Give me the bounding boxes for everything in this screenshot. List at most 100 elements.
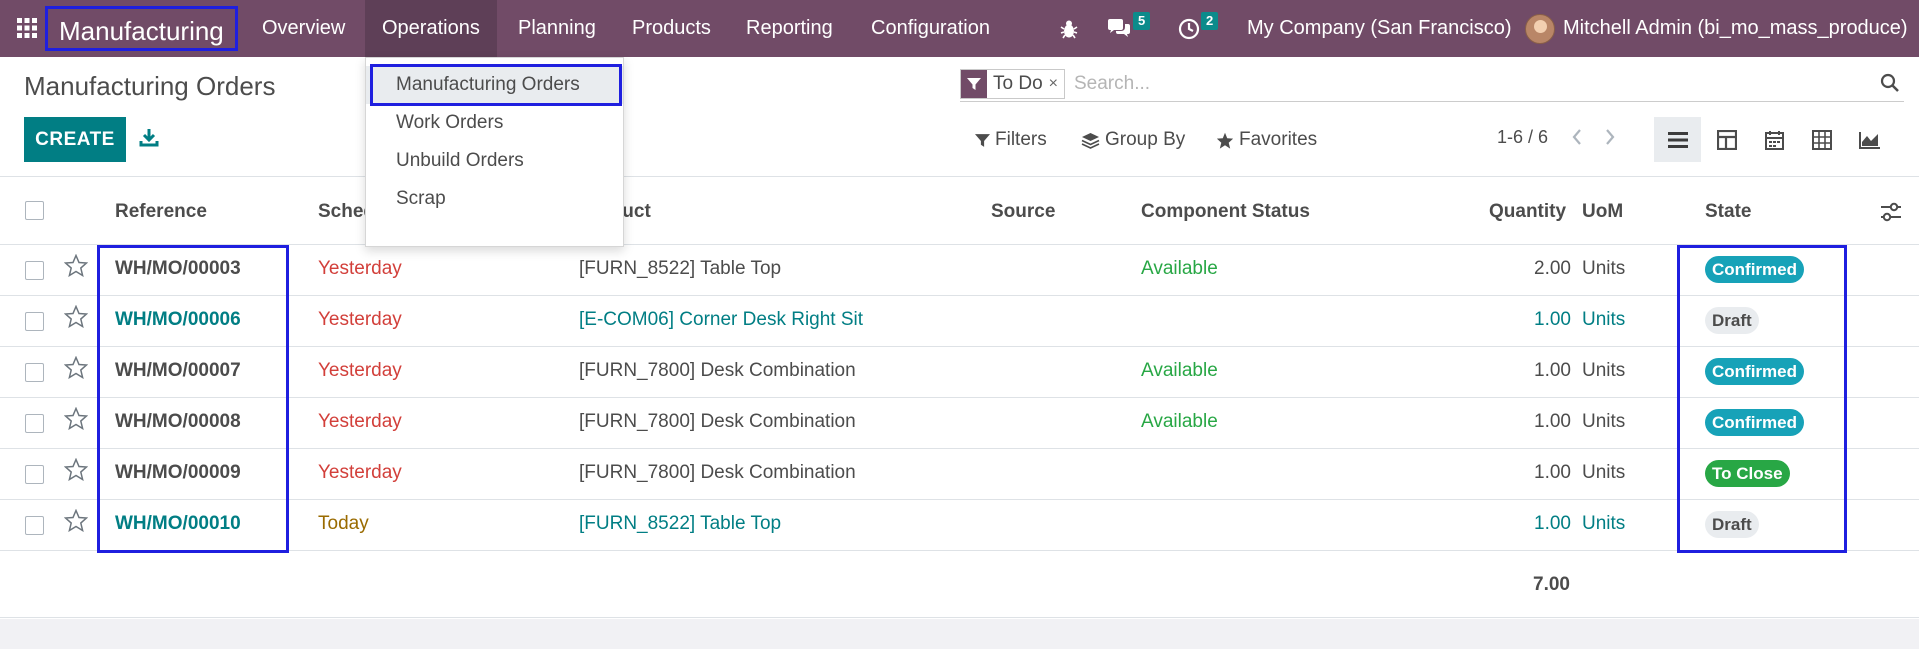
menu-item-work-orders[interactable]: Work Orders (366, 104, 623, 142)
col-reference[interactable]: Reference (115, 201, 207, 223)
priority-star-icon[interactable] (64, 356, 88, 379)
search-facet[interactable]: To Do × (960, 69, 1065, 99)
activities-count-badge: 2 (1201, 12, 1219, 30)
status-badge: Draft (1705, 307, 1759, 334)
row-product: [E-COM06] Corner Desk Right Sit (579, 309, 864, 330)
row-scheduled-date: Yesterday (318, 411, 402, 432)
menu-reporting[interactable]: Reporting (729, 0, 850, 57)
search-bar: To Do × (960, 67, 1904, 102)
create-button[interactable]: CREATE (24, 117, 126, 162)
select-all-checkbox[interactable] (25, 201, 44, 220)
priority-star-icon[interactable] (64, 458, 88, 481)
row-scheduled-date: Yesterday (318, 309, 402, 330)
menu-item-scrap[interactable]: Scrap (366, 180, 623, 218)
pivot-view-icon[interactable] (1798, 117, 1845, 162)
pager-next-icon[interactable] (1604, 127, 1616, 153)
menu-products[interactable]: Products (615, 0, 728, 57)
status-badge: Draft (1705, 511, 1759, 538)
download-icon[interactable] (139, 127, 163, 151)
row-component-status: Available (1141, 258, 1218, 279)
row-reference[interactable]: WH/MO/00003 (115, 258, 241, 280)
filters-label: Filters (995, 129, 1047, 150)
row-checkbox[interactable] (25, 414, 44, 433)
col-component-status[interactable]: Component Status (1141, 201, 1310, 223)
row-checkbox[interactable] (25, 261, 44, 280)
favorites-label: Favorites (1239, 129, 1318, 150)
page-title: Manufacturing Orders (24, 71, 276, 101)
group-by-button[interactable]: Group By (1081, 129, 1185, 151)
calendar-view-icon[interactable] (1751, 117, 1798, 162)
favorites-button[interactable]: Favorites (1216, 129, 1317, 151)
row-reference[interactable]: WH/MO/00009 (115, 462, 241, 484)
status-badge: To Close (1705, 460, 1790, 487)
row-checkbox[interactable] (25, 363, 44, 382)
priority-star-icon[interactable] (64, 305, 88, 328)
row-product: [FURN_7800] Desk Combination (579, 411, 856, 432)
activities-clock-icon[interactable] (1178, 0, 1200, 57)
col-state[interactable]: State (1705, 201, 1751, 223)
col-uom[interactable]: UoM (1582, 201, 1623, 223)
table-row[interactable]: WH/MO/00009 Yesterday [FURN_7800] Desk C… (0, 449, 1919, 500)
kanban-view-icon[interactable] (1703, 117, 1750, 162)
table-header: Reference Scheduled Date Product Source … (0, 176, 1919, 245)
table-row[interactable]: WH/MO/00010 Today [FURN_8522] Table Top … (0, 500, 1919, 551)
graph-view-icon[interactable] (1846, 117, 1893, 162)
status-badge: Confirmed (1705, 358, 1804, 385)
row-quantity: 1.00 (1534, 462, 1571, 483)
row-reference[interactable]: WH/MO/00010 (115, 513, 241, 535)
row-reference[interactable]: WH/MO/00006 (115, 309, 241, 331)
row-checkbox[interactable] (25, 312, 44, 331)
app-brand[interactable]: Manufacturing (45, 6, 238, 51)
row-product: [FURN_7800] Desk Combination (579, 360, 856, 381)
group-by-label: Group By (1105, 129, 1186, 150)
row-reference[interactable]: WH/MO/00007 (115, 360, 241, 382)
pager-prev-icon[interactable] (1571, 127, 1583, 153)
row-component-status: Available (1141, 411, 1218, 432)
row-uom: Units (1582, 258, 1626, 279)
search-input[interactable] (1074, 70, 1834, 98)
row-reference[interactable]: WH/MO/00008 (115, 411, 241, 433)
pager-value[interactable]: 1-6 / 6 (1497, 127, 1548, 148)
filters-button[interactable]: Filters (975, 129, 1047, 151)
row-checkbox[interactable] (25, 465, 44, 484)
filter-icon (975, 133, 990, 147)
menu-item-manufacturing-orders[interactable]: Manufacturing Orders (366, 66, 623, 104)
apps-grid-icon[interactable] (8, 0, 46, 57)
optional-columns-icon[interactable] (1880, 202, 1902, 228)
search-icon[interactable] (1880, 73, 1900, 99)
company-switcher[interactable]: My Company (San Francisco) (1230, 0, 1529, 57)
user-name: Mitchell Admin (bi_mo_mass_produce) (1563, 17, 1908, 39)
menu-overview[interactable]: Overview (245, 0, 362, 57)
col-quantity[interactable]: Quantity (1489, 201, 1566, 223)
table-row[interactable]: WH/MO/00008 Yesterday [FURN_7800] Desk C… (0, 398, 1919, 449)
menu-item-unbuild-orders[interactable]: Unbuild Orders (366, 142, 623, 180)
debug-bug-icon[interactable] (1060, 0, 1078, 57)
row-uom: Units (1582, 513, 1626, 534)
table-row[interactable]: WH/MO/00006 Yesterday [E-COM06] Corner D… (0, 296, 1919, 347)
menu-configuration[interactable]: Configuration (854, 0, 1007, 57)
menu-planning[interactable]: Planning (501, 0, 613, 57)
messages-icon[interactable] (1106, 0, 1132, 57)
row-uom: Units (1582, 360, 1626, 381)
row-product: [FURN_7800] Desk Combination (579, 462, 856, 483)
col-source[interactable]: Source (991, 201, 1055, 223)
priority-star-icon[interactable] (64, 509, 88, 532)
main-content: Manufacturing Orders CREATE To Do × Filt… (0, 57, 1919, 619)
row-scheduled-date: Yesterday (318, 360, 402, 381)
avatar (1525, 13, 1555, 44)
row-uom: Units (1582, 462, 1626, 483)
table-row[interactable]: WH/MO/00003 Yesterday [FURN_8522] Table … (0, 245, 1919, 296)
star-icon (1216, 132, 1234, 149)
facet-close-icon[interactable]: × (1049, 75, 1064, 93)
list-view-icon[interactable] (1654, 117, 1701, 162)
priority-star-icon[interactable] (64, 407, 88, 430)
row-scheduled-date: Today (318, 513, 369, 534)
table-footer-divider (0, 617, 1919, 618)
table-row[interactable]: WH/MO/00007 Yesterday [FURN_7800] Desk C… (0, 347, 1919, 398)
row-checkbox[interactable] (25, 516, 44, 535)
row-product: [FURN_8522] Table Top (579, 513, 782, 534)
user-menu[interactable]: Mitchell Admin (bi_mo_mass_produce) (1525, 0, 1908, 57)
priority-star-icon[interactable] (64, 254, 88, 277)
menu-operations[interactable]: Operations (365, 0, 497, 57)
filter-funnel-icon (961, 70, 987, 98)
